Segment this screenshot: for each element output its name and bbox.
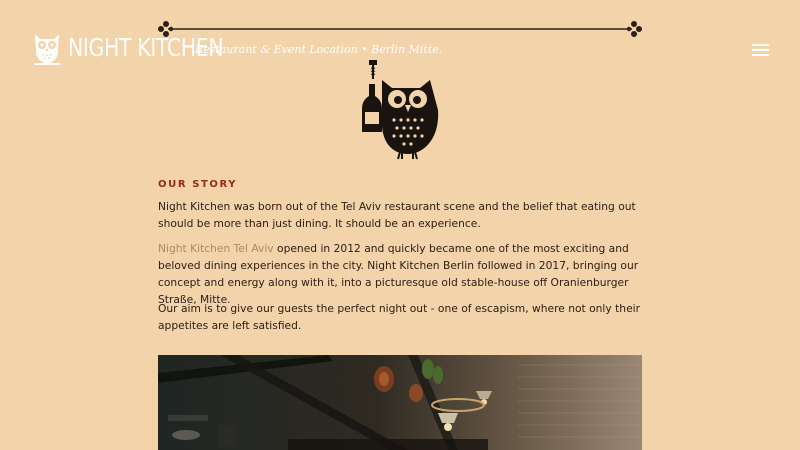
restaurant-interior-photo: [158, 355, 642, 450]
hamburger-menu-icon: [752, 44, 769, 46]
menu-button[interactable]: [752, 44, 769, 56]
hamburger-menu-icon: [752, 49, 769, 51]
story-paragraph-3: Our aim is to give our guests the perfec…: [158, 302, 641, 332]
owl-logo-icon: [34, 34, 60, 65]
ornament-divider: [158, 21, 642, 37]
fleur-left-icon: [158, 21, 174, 37]
story-paragraph-2: Night Kitchen Tel Aviv opened in 2012 an…: [158, 240, 646, 308]
tagline: Restaurant & Event Location • Berlin Mit…: [195, 43, 443, 56]
hamburger-menu-icon: [752, 54, 769, 56]
fleur-right-icon: [626, 21, 642, 37]
story-heading: OUR STORY: [158, 179, 238, 190]
page: NIGHT KITCHEN Restaurant & Event Locatio…: [0, 0, 800, 450]
tel-aviv-link[interactable]: Night Kitchen Tel Aviv: [158, 242, 274, 255]
story-paragraph-1: Night Kitchen was born out of the Tel Av…: [158, 200, 636, 230]
owl-with-bottle-icon: [362, 60, 439, 160]
